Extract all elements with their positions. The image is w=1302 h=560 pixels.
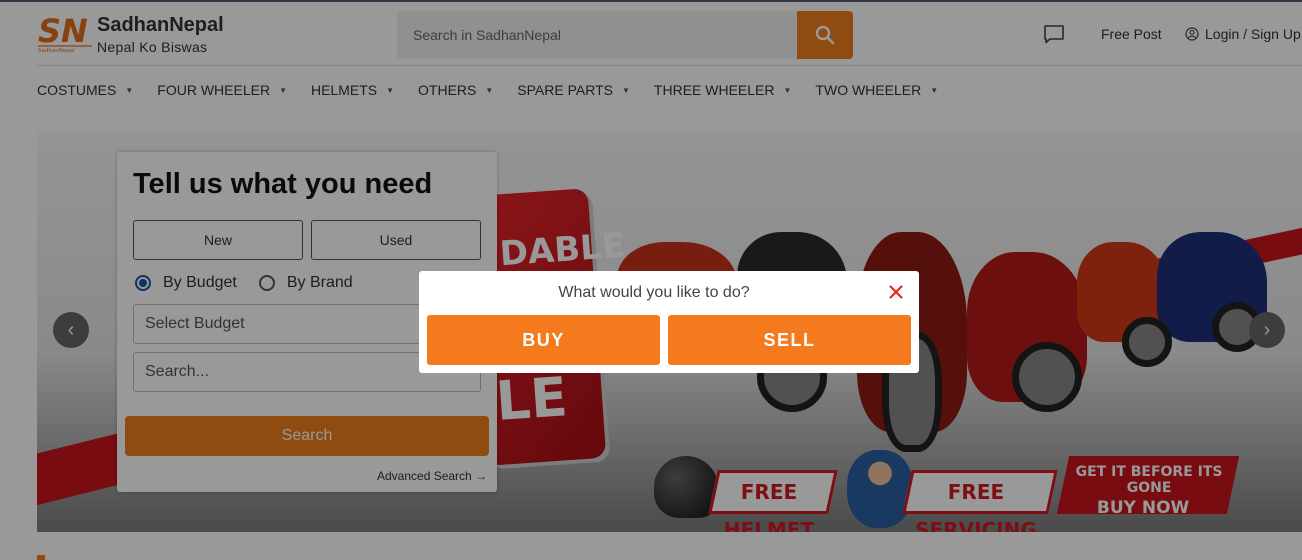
buy-sell-dialog: What would you like to do? BUY SELL [419,271,919,373]
dialog-question: What would you like to do? [558,284,750,301]
buy-button[interactable]: BUY [427,315,660,365]
sell-button[interactable]: SELL [668,315,911,365]
close-icon[interactable] [887,283,905,301]
